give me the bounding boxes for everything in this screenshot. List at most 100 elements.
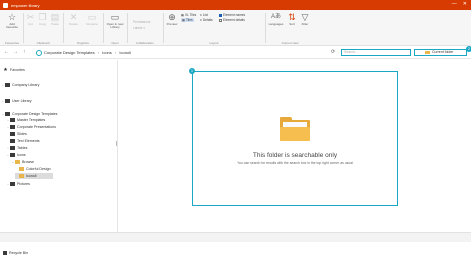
open-in-new-library-button[interactable]: ▭ Open in new Library <box>105 12 125 29</box>
tiles-button[interactable]: ▦ Tiles <box>181 18 194 22</box>
group-label-collaboration: Collaboration <box>136 41 154 45</box>
group-label-organize: Organize <box>76 41 90 45</box>
sidebar-item-tables[interactable]: › Tables <box>6 145 27 151</box>
search-input[interactable]: Search... <box>341 49 411 56</box>
up-arrow-icon[interactable]: ↑ <box>23 49 26 55</box>
sidebar-item-browse[interactable]: ⌄ Browse <box>11 159 34 165</box>
sidebar-item-company-library[interactable]: › Company Library <box>1 82 39 88</box>
languages-button[interactable]: Aあ Languages <box>267 12 285 26</box>
breadcrumb-item[interactable]: Iconoll <box>119 50 131 55</box>
xl-tiles-button[interactable]: ▦ XL Tiles <box>181 13 196 17</box>
paste-button[interactable]: ▤ Paste <box>49 12 61 26</box>
app-icon <box>3 2 8 8</box>
sidebar: ★ Favorites › Company Library › User Lib… <box>0 60 118 255</box>
sidebar-item-icons[interactable]: ⌄ Icons <box>6 152 26 158</box>
cut-button[interactable]: ✂ Cut <box>25 12 36 26</box>
user-icon <box>5 99 10 103</box>
star-icon: ★ <box>3 66 8 73</box>
search-scope-label: Current folder <box>432 50 454 54</box>
sidebar-item-favorites[interactable]: ★ Favorites <box>3 67 25 73</box>
title-bar: empower library — ✕ <box>0 0 471 10</box>
folder-icon <box>280 117 310 141</box>
group-label-clipboard: Clipboard <box>36 41 50 45</box>
template-icon <box>10 118 15 122</box>
empty-state-panel: This folder is searchable only You can s… <box>192 71 398 206</box>
sidebar-splitter[interactable] <box>116 141 117 146</box>
sidebar-item-user-library[interactable]: › User Library <box>1 98 32 104</box>
sidebar-item-text-elements[interactable]: Text Elements <box>6 138 40 144</box>
text-icon <box>10 139 15 143</box>
breadcrumb-separator: › <box>114 50 117 55</box>
element-details-checkbox[interactable]: Element details <box>219 18 245 22</box>
library-icon <box>5 112 10 116</box>
empty-state-subtitle: You can search for results with the sear… <box>237 161 353 165</box>
window-title: empower library <box>11 2 40 8</box>
element-names-checkbox[interactable]: Element names <box>219 13 245 17</box>
list-button[interactable]: ≡ List <box>200 13 208 17</box>
callout-marker: 2 <box>466 46 471 52</box>
minimize-button[interactable]: — <box>452 2 457 7</box>
search-placeholder: Search... <box>344 50 359 54</box>
slides-icon <box>10 132 15 136</box>
details-button[interactable]: ≡ Details <box>200 18 213 22</box>
ribbon-group-collaboration: Permissions Labels ▾ Collaboration <box>128 11 162 45</box>
search-scope-dropdown[interactable]: Current folder <box>414 49 467 56</box>
permissions-button[interactable]: Permissions <box>133 20 150 24</box>
ribbon-group-organize: ✕ Delete ▭ Rename Organize <box>64 11 102 45</box>
back-arrow-icon[interactable]: ← <box>4 49 9 55</box>
details-icon: ≡ <box>200 18 202 22</box>
ribbon-group-open: ▭ Open in new Library Open <box>104 11 126 45</box>
folder-icon <box>425 50 430 55</box>
breadcrumb-item[interactable]: Icons <box>102 50 112 55</box>
group-label-current-view: Current view <box>281 41 299 45</box>
group-label-open: Open <box>111 41 119 45</box>
sidebar-item-recycle-bin[interactable]: Recycle Bin <box>3 250 28 256</box>
sidebar-item-master-templates[interactable]: › Master Templates <box>6 117 45 123</box>
pictures-icon <box>10 182 15 186</box>
forward-arrow-icon[interactable]: → <box>13 49 18 55</box>
ribbon-group-layout: ⊕ Preview ▦ XL Tiles ▦ Tiles ≡ List ≡ Detail… <box>164 11 264 45</box>
grid-icon: ▦ <box>181 13 185 17</box>
ribbon: ☆ Add favourite Favourites ✂ Cut ❐ Copy … <box>0 10 471 46</box>
group-label-layout: Layout <box>209 41 219 45</box>
copy-button[interactable]: ❐ Copy <box>37 12 48 26</box>
sort-button[interactable]: ⇅ Sort <box>286 12 298 26</box>
sidebar-item-colorful-design[interactable]: Colorful Design <box>15 166 51 172</box>
tiles-icon: ▦ <box>182 18 186 22</box>
sidebar-item-slides[interactable]: Slides <box>6 131 27 137</box>
sidebar-item-iconoll[interactable]: Iconoll <box>15 173 53 179</box>
rename-button[interactable]: ▭ Rename <box>83 12 101 26</box>
address-bar: ← → ↑ Corporate Design Templates › Icons… <box>0 47 471 59</box>
chevron-down-icon: ▾ <box>143 26 146 30</box>
delete-button[interactable]: ✕ Delete <box>65 12 82 26</box>
main-content: This folder is searchable only You can s… <box>119 60 471 232</box>
list-icon: ≡ <box>200 13 202 17</box>
window-controls: — ✕ <box>452 2 467 7</box>
trash-icon <box>3 251 7 255</box>
checkbox-unchecked <box>219 18 222 22</box>
filter-button[interactable]: ▽ Filter <box>299 12 311 26</box>
preview-button[interactable]: ⊕ Preview <box>165 12 179 26</box>
empty-state-title: This folder is searchable only <box>252 152 338 159</box>
refresh-icon[interactable]: ⟳ <box>331 49 335 55</box>
breadcrumb-separator: › <box>97 50 100 55</box>
breadcrumb-item[interactable]: Corporate Design Templates <box>44 50 95 55</box>
group-label-favourites: Favourites <box>4 41 19 45</box>
folder-icon <box>19 167 24 171</box>
icons-icon <box>10 153 15 157</box>
add-favourite-button[interactable]: ☆ Add favourite <box>4 12 20 29</box>
location-icon <box>36 49 42 56</box>
checkbox-checked <box>219 13 222 17</box>
breadcrumb: Corporate Design Templates › Icons › Ico… <box>44 50 131 55</box>
callout-marker: 1 <box>189 68 195 74</box>
labels-button[interactable]: Labels ▾ <box>133 26 145 30</box>
sidebar-item-corporate-presentations[interactable]: › Corporate Presentations <box>6 124 56 130</box>
status-bar <box>0 232 471 242</box>
sidebar-item-pictures[interactable]: › Pictures <box>6 181 30 187</box>
close-button[interactable]: ✕ <box>463 2 467 7</box>
library-icon <box>5 83 10 87</box>
ribbon-group-current-view: Aあ Languages ⇅ Sort ▽ Filter Current vie… <box>266 11 314 45</box>
presentation-icon <box>10 125 15 129</box>
table-icon <box>10 146 15 150</box>
ribbon-group-clipboard: ✂ Cut ❐ Copy ▤ Paste Clipboard <box>24 11 62 45</box>
